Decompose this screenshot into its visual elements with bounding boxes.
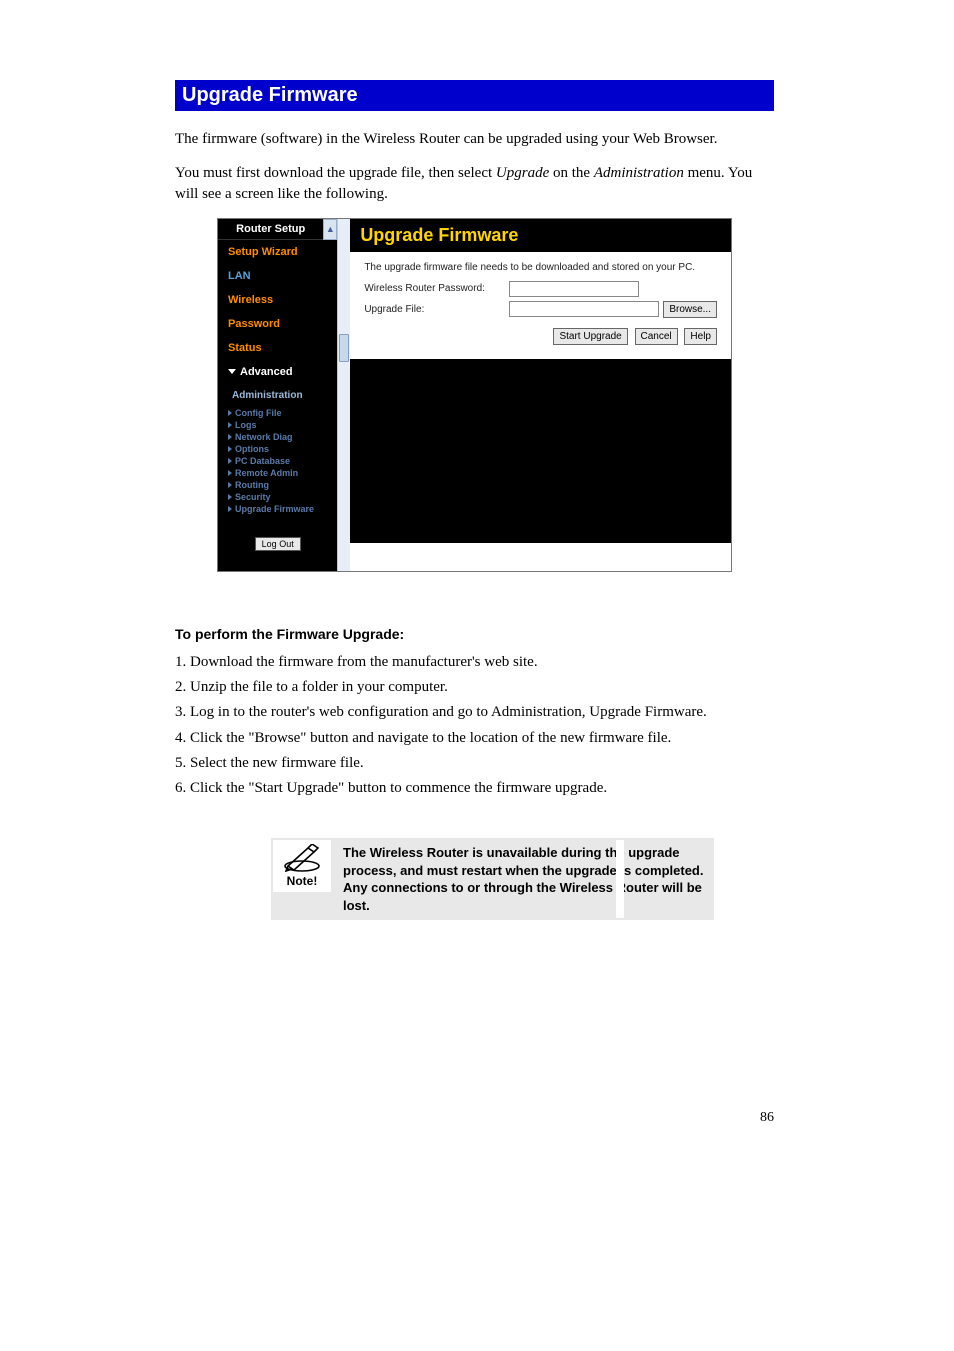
arrow-right-icon [228,506,232,512]
intro-paragraph-1: The firmware (software) in the Wireless … [175,129,774,149]
sidebar-item-status[interactable]: Status [218,336,337,360]
scroll-up-arrow-icon[interactable]: ▲ [323,219,337,240]
step-4: 4. Click the "Browse" button and navigat… [175,728,774,748]
logout-button[interactable]: Log Out [255,537,301,551]
main-title: Upgrade Firmware [350,219,731,252]
p2-italic-admin: Administration [594,165,684,181]
sidebar-sub-label: Remote Admin [235,468,298,478]
sidebar-sub-network-diag[interactable]: Network Diag [218,431,337,443]
sidebar-sub-label: Security [235,492,271,502]
browse-button[interactable]: Browse... [663,301,717,318]
sidebar-item-wireless[interactable]: Wireless [218,288,337,312]
arrow-right-icon [228,410,232,416]
step-2: 2. Unzip the file to a folder in your co… [175,677,774,697]
note-label: Note! [277,874,327,888]
file-label: Upgrade File: [364,304,509,315]
file-input[interactable] [509,301,659,317]
password-input[interactable] [509,281,639,297]
sidebar-sub-pc-database[interactable]: PC Database [218,455,337,467]
sidebar-sub-remote-admin[interactable]: Remote Admin [218,467,337,479]
step-1: 1. Download the firmware from the manufa… [175,652,774,672]
button-row: Start Upgrade Cancel Help [364,328,717,345]
sidebar-sub-security[interactable]: Security [218,491,337,503]
arrow-right-icon [228,446,232,452]
section-header: Upgrade Firmware [175,80,774,111]
note-icon-cell: Note! [273,840,331,892]
main-panel: Upgrade Firmware The upgrade firmware fi… [350,219,731,571]
sidebar-item-advanced-label: Advanced [240,366,293,378]
sidebar-sub-label: Upgrade Firmware [235,504,314,514]
router-screenshot: Router Setup ▲ Setup Wizard LAN Wireless… [217,218,732,572]
sidebar-sub-logs[interactable]: Logs [218,419,337,431]
sidebar-sub-label: Options [235,444,269,454]
step-5: 5. Select the new firmware file. [175,753,774,773]
sidebar-sub-upgrade-firmware[interactable]: Upgrade Firmware [218,503,337,515]
p2-part-a: You must first download the upgrade file… [175,165,496,181]
note-text: The Wireless Router is unavailable durin… [341,840,708,918]
sidebar-item-advanced[interactable]: Advanced [218,360,337,384]
sidebar-sub-routing[interactable]: Routing [218,479,337,491]
arrow-right-icon [228,422,232,428]
sidebar-item-lan[interactable]: LAN [218,264,337,288]
scrollbar-track[interactable] [337,219,350,571]
note-gap-artifact [616,840,624,918]
sidebar-sub-label: Network Diag [235,432,293,442]
intro-paragraph-2: You must first download the upgrade file… [175,163,774,204]
sidebar-item-administration[interactable]: Administration [218,384,337,407]
main-body: The upgrade firmware file needs to be do… [350,252,731,355]
p2-italic-upgrade: Upgrade [496,165,549,181]
sidebar-sub-label: Config File [235,408,282,418]
sidebar-sub-config-file[interactable]: Config File [218,407,337,419]
pen-icon [282,844,322,872]
note-box: Note! The Wireless Router is unavailable… [271,838,714,920]
arrow-right-icon [228,470,232,476]
note-text-content: The Wireless Router is unavailable durin… [343,845,703,913]
sidebar-header: Router Setup [218,219,323,240]
start-upgrade-button[interactable]: Start Upgrade [553,328,627,345]
page-number: 86 [175,1110,774,1126]
arrow-right-icon [228,434,232,440]
arrow-right-icon [228,494,232,500]
arrow-right-icon [228,458,232,464]
sidebar: Router Setup ▲ Setup Wizard LAN Wireless… [218,219,337,571]
main-info-text: The upgrade firmware file needs to be do… [364,262,717,273]
steps-heading: To perform the Firmware Upgrade: [175,626,774,642]
step-6: 6. Click the "Start Upgrade" button to c… [175,778,774,798]
password-row: Wireless Router Password: [364,281,717,297]
sidebar-item-setup-wizard[interactable]: Setup Wizard [218,240,337,264]
sidebar-sub-label: Logs [235,420,257,430]
password-label: Wireless Router Password: [364,283,509,294]
chevron-down-icon [228,369,236,374]
p2-part-c: on the [549,165,594,181]
sidebar-item-password[interactable]: Password [218,312,337,336]
arrow-right-icon [228,482,232,488]
sidebar-sub-label: Routing [235,480,269,490]
sidebar-sub-label: PC Database [235,456,290,466]
main-blank-area [350,359,731,543]
step-3: 3. Log in to the router's web configurat… [175,702,774,722]
cancel-button[interactable]: Cancel [635,328,678,345]
help-button[interactable]: Help [684,328,717,345]
sidebar-sub-options[interactable]: Options [218,443,337,455]
file-row: Upgrade File: Browse... [364,301,717,318]
scrollbar-thumb[interactable] [339,334,349,362]
